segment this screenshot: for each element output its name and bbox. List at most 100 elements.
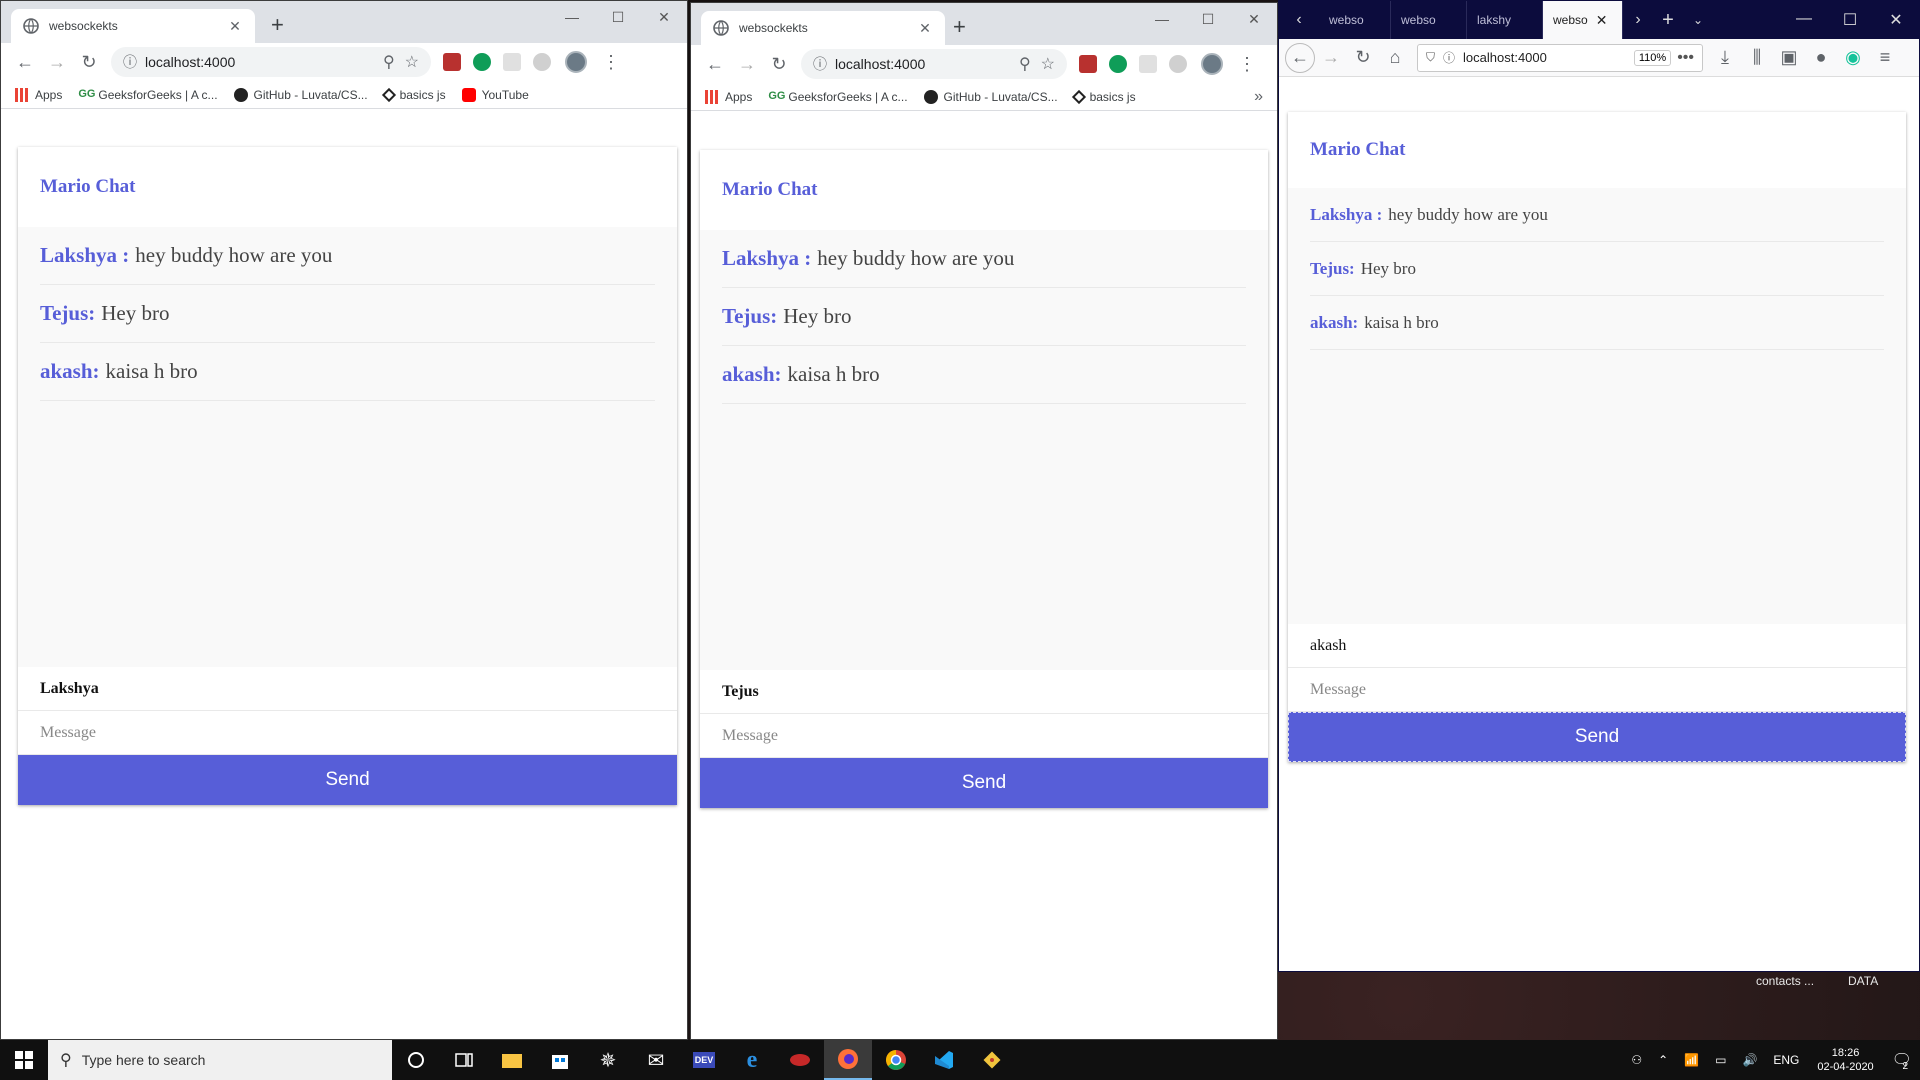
browser-tab[interactable]: webso — [1319, 1, 1391, 39]
volume-icon[interactable]: 🔊 — [1742, 1053, 1757, 1067]
library-icon[interactable]: ⫼ — [1741, 42, 1773, 74]
extension-icon[interactable] — [1109, 55, 1127, 73]
menu-icon[interactable]: ⋮ — [1231, 48, 1263, 80]
start-button[interactable] — [0, 1040, 48, 1080]
zoom-icon[interactable]: ⚲ — [1019, 54, 1031, 74]
home-icon[interactable]: ⌂ — [1379, 42, 1411, 74]
extension-icon[interactable] — [533, 53, 551, 71]
taskbar-app-file-explorer[interactable] — [488, 1040, 536, 1080]
browser-tab[interactable]: websockekts ✕ — [11, 9, 255, 43]
menu-icon[interactable]: ⋮ — [595, 46, 627, 78]
close-icon[interactable]: ✕ — [1596, 12, 1608, 29]
close-window-button[interactable]: ✕ — [1873, 10, 1919, 30]
extension-icon[interactable] — [1139, 55, 1157, 73]
taskbar-app-chrome[interactable] — [872, 1040, 920, 1080]
taskbar-app-snippet[interactable]: ✵ — [584, 1040, 632, 1080]
cortana-button[interactable] — [392, 1040, 440, 1080]
close-icon[interactable]: ✕ — [227, 18, 243, 35]
back-icon[interactable]: ← — [699, 48, 731, 80]
list-tabs-icon[interactable]: ⌄ — [1683, 13, 1713, 27]
bookmark-apps[interactable]: Apps — [15, 87, 62, 102]
notifications-icon[interactable]: 🗨 2 — [1892, 1050, 1912, 1072]
minimize-button[interactable]: — — [1781, 10, 1827, 30]
maximize-button[interactable]: ☐ — [1185, 3, 1231, 35]
zoom-icon[interactable]: ⚲ — [383, 52, 395, 72]
pdf-extension-icon[interactable] — [443, 53, 461, 71]
info-icon[interactable]: ⓘ — [1443, 49, 1455, 66]
browser-tab[interactable]: lakshy — [1467, 1, 1543, 39]
bookmark-basics-js[interactable]: basics js — [381, 87, 446, 102]
download-icon[interactable]: ⤓ — [1709, 42, 1741, 74]
shield-icon[interactable]: ⛉ — [1426, 50, 1435, 65]
taskbar-app-store[interactable] — [536, 1040, 584, 1080]
address-bar[interactable]: ⛉ ⓘ localhost:4000 110% ••• — [1417, 43, 1703, 72]
address-bar[interactable]: ⓘ localhost:4000 ⚲ ☆ — [801, 49, 1067, 79]
handle-input[interactable]: Tejus — [700, 670, 1268, 714]
taskbar-app-git[interactable] — [968, 1040, 1016, 1080]
send-button[interactable]: Send — [18, 755, 677, 805]
info-icon[interactable]: ⓘ — [123, 52, 137, 72]
reload-icon[interactable]: ↻ — [763, 48, 795, 80]
taskbar-app-firefox[interactable] — [824, 1040, 872, 1080]
forward-icon[interactable]: → — [41, 46, 73, 78]
taskbar-app-mail[interactable]: ✉ — [632, 1040, 680, 1080]
taskbar-app-edge[interactable]: e — [728, 1040, 776, 1080]
taskbar-search[interactable]: ⚲ Type here to search — [48, 1040, 392, 1080]
send-button[interactable]: Send — [700, 758, 1268, 808]
browser-tab[interactable]: websockekts ✕ — [701, 11, 945, 45]
reload-icon[interactable]: ↻ — [73, 46, 105, 78]
bookmark-youtube[interactable]: YouTube — [461, 87, 529, 102]
more-icon[interactable]: ••• — [1677, 49, 1694, 67]
extension-icon[interactable] — [473, 53, 491, 71]
message-input[interactable]: Message — [700, 714, 1268, 758]
star-icon[interactable]: ☆ — [1041, 54, 1055, 74]
desktop-icon-label[interactable]: DATA — [1848, 974, 1878, 988]
bookmark-github[interactable]: GitHub - Luvata/CS... — [923, 89, 1058, 104]
bookmark-geeksforgeeks[interactable]: GG GeeksforGeeks | A c... — [78, 88, 217, 102]
clock[interactable]: 18:26 02-04-2020 — [1817, 1046, 1873, 1074]
back-icon[interactable]: ← — [1285, 42, 1315, 73]
pdf-extension-icon[interactable] — [1079, 55, 1097, 73]
sidebar-icon[interactable]: ▣ — [1773, 42, 1805, 74]
close-window-button[interactable]: ✕ — [641, 1, 687, 33]
desktop-icon-label[interactable]: contacts ... — [1756, 974, 1814, 988]
chevron-up-icon[interactable]: ⌃ — [1658, 1053, 1668, 1067]
menu-icon[interactable]: ≡ — [1869, 42, 1901, 74]
minimize-button[interactable]: — — [1139, 3, 1185, 35]
wifi-icon[interactable]: 📶 — [1684, 1053, 1699, 1067]
minimize-button[interactable]: — — [549, 1, 595, 33]
battery-icon[interactable]: ▭ — [1715, 1053, 1726, 1067]
send-button[interactable]: Send — [1288, 712, 1906, 762]
browser-tab[interactable]: webso — [1391, 1, 1467, 39]
people-icon[interactable]: ⚇ — [1631, 1053, 1642, 1067]
close-icon[interactable]: ✕ — [917, 20, 933, 37]
avatar[interactable] — [1201, 53, 1223, 75]
info-icon[interactable]: ⓘ — [813, 54, 827, 74]
task-view-button[interactable] — [440, 1040, 488, 1080]
account-icon[interactable]: ● — [1805, 42, 1837, 74]
forward-icon[interactable]: → — [1315, 42, 1347, 74]
new-tab-button[interactable]: + — [271, 13, 284, 37]
star-icon[interactable]: ☆ — [405, 52, 419, 72]
bookmark-apps[interactable]: Apps — [705, 89, 752, 104]
forward-icon[interactable]: → — [731, 48, 763, 80]
reload-icon[interactable]: ↻ — [1347, 42, 1379, 74]
bookmark-geeksforgeeks[interactable]: GG GeeksforGeeks | A c... — [768, 90, 907, 104]
language-indicator[interactable]: ENG — [1773, 1053, 1799, 1067]
taskbar-app-vscode[interactable] — [920, 1040, 968, 1080]
scroll-tabs-left-icon[interactable]: ‹ — [1279, 11, 1319, 29]
scroll-tabs-right-icon[interactable]: › — [1623, 11, 1653, 29]
taskbar-app-dev[interactable]: DEV — [680, 1040, 728, 1080]
grammarly-icon[interactable]: ◉ — [1837, 42, 1869, 74]
new-tab-button[interactable]: + — [953, 15, 966, 39]
zoom-level[interactable]: 110% — [1633, 49, 1672, 66]
extension-icon[interactable] — [1169, 55, 1187, 73]
taskbar-app-game[interactable] — [776, 1040, 824, 1080]
avatar[interactable] — [565, 51, 587, 73]
back-icon[interactable]: ← — [9, 46, 41, 78]
handle-input[interactable]: Lakshya — [18, 667, 677, 711]
bookmark-basics-js[interactable]: basics js — [1071, 89, 1136, 104]
bookmarks-overflow-icon[interactable]: » — [1254, 88, 1263, 106]
maximize-button[interactable]: ☐ — [595, 1, 641, 33]
message-input[interactable]: Message — [1288, 668, 1906, 712]
